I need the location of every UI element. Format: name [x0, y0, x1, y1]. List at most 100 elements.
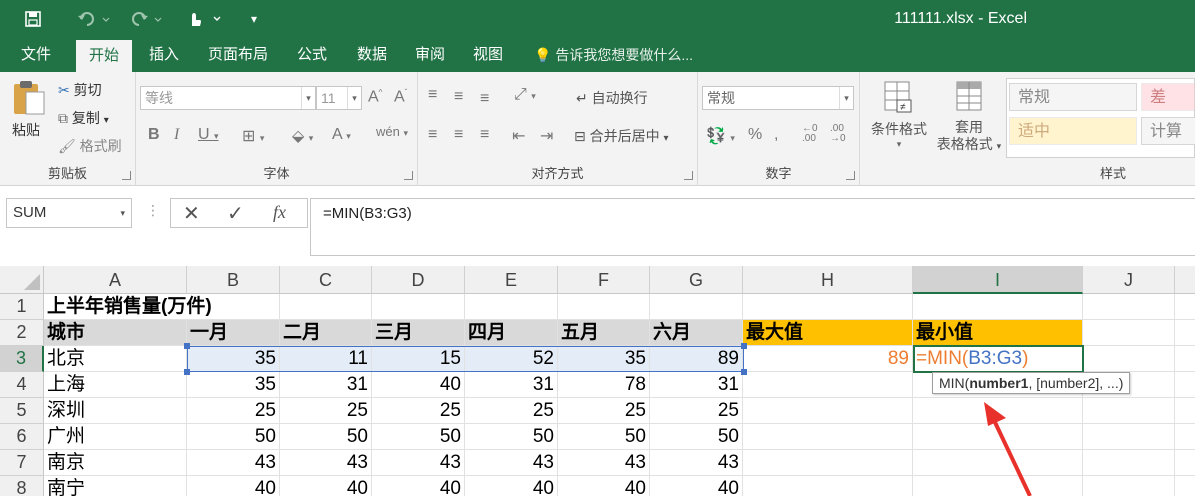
align-bottom-icon[interactable]: ≡: [480, 90, 489, 108]
cell-value-c4[interactable]: 31: [280, 372, 372, 398]
cell-header-d2[interactable]: 三月: [372, 320, 465, 346]
name-box[interactable]: SUM ▾: [6, 198, 132, 228]
cell-value-f6[interactable]: 50: [558, 424, 650, 450]
column-header-b[interactable]: B: [187, 266, 280, 294]
redo-icon[interactable]: [128, 6, 168, 32]
italic-icon[interactable]: I: [174, 126, 179, 144]
copy-button[interactable]: ⧉ 复制 ▾: [58, 108, 109, 128]
clipboard-launcher-icon[interactable]: [122, 171, 131, 180]
cell-value-g4[interactable]: 31: [650, 372, 743, 398]
column-header-k[interactable]: [1175, 266, 1195, 294]
style-calculation[interactable]: 计算: [1141, 117, 1195, 145]
column-header-h[interactable]: H: [743, 266, 913, 294]
cell-value-d4[interactable]: 40: [372, 372, 465, 398]
cut-button[interactable]: ✂ 剪切: [58, 80, 102, 100]
cell-empty[interactable]: [372, 294, 465, 320]
grow-font-icon[interactable]: A^: [368, 88, 382, 106]
row-header-5[interactable]: 5: [0, 398, 44, 424]
bold-icon[interactable]: B: [148, 126, 160, 144]
cell-value-d3[interactable]: 15: [372, 346, 465, 372]
cell-value-g7[interactable]: 43: [650, 450, 743, 476]
cell-value-f8[interactable]: 40: [558, 476, 650, 496]
column-header-g[interactable]: G: [650, 266, 743, 294]
cell-value-c6[interactable]: 50: [280, 424, 372, 450]
column-header-e[interactable]: E: [465, 266, 558, 294]
decrease-indent-icon[interactable]: ⇤: [512, 126, 525, 146]
cell-h3-max-value[interactable]: 89: [743, 346, 913, 372]
cell-value-c5[interactable]: 25: [280, 398, 372, 424]
cell-value-e7[interactable]: 43: [465, 450, 558, 476]
tooltip-arg1[interactable]: number1: [969, 375, 1028, 391]
cell-value-d6[interactable]: 50: [372, 424, 465, 450]
row-header-3[interactable]: 3: [0, 346, 44, 372]
name-box-dropdown-icon[interactable]: ▾: [120, 199, 125, 227]
cell-value-f4[interactable]: 78: [558, 372, 650, 398]
tell-me-box[interactable]: 💡 告诉我您想要做什么...: [534, 38, 693, 72]
row-header-4[interactable]: 4: [0, 372, 44, 398]
cell-value-d7[interactable]: 43: [372, 450, 465, 476]
column-header-a[interactable]: A: [44, 266, 187, 294]
font-name-select[interactable]: 等线 ▾: [140, 86, 316, 110]
cell-header-f2[interactable]: 五月: [558, 320, 650, 346]
cell-empty[interactable]: [558, 294, 650, 320]
number-launcher-icon[interactable]: [846, 171, 855, 180]
align-top-icon[interactable]: ≡: [428, 86, 437, 104]
cell-city-a5[interactable]: 深圳: [44, 398, 187, 424]
phonetic-icon[interactable]: wén ▾: [376, 124, 408, 139]
tab-review[interactable]: 审阅: [404, 38, 456, 72]
tab-view[interactable]: 视图: [462, 38, 514, 72]
cell-empty[interactable]: [1083, 346, 1175, 372]
comma-icon[interactable]: ,: [774, 126, 778, 144]
cell-empty[interactable]: [1175, 398, 1195, 424]
cell-empty[interactable]: [1175, 372, 1195, 398]
cell-i2-min-header[interactable]: 最小值: [913, 320, 1083, 346]
tab-formulas[interactable]: 公式: [286, 38, 338, 72]
cell-i3-editing[interactable]: =MIN(B3:G3): [913, 346, 1083, 372]
row-header-2[interactable]: 2: [0, 320, 44, 346]
cell-empty[interactable]: [743, 294, 913, 320]
cell-empty[interactable]: [743, 398, 913, 424]
cell-value-b7[interactable]: 43: [187, 450, 280, 476]
cell-empty[interactable]: [1083, 320, 1175, 346]
cell-empty[interactable]: [1175, 294, 1195, 320]
cell-value-g6[interactable]: 50: [650, 424, 743, 450]
wrap-text-button[interactable]: ↵ 自动换行: [576, 88, 648, 108]
increase-indent-icon[interactable]: ⇥: [540, 126, 553, 146]
alignment-launcher-icon[interactable]: [684, 171, 693, 180]
align-left-icon[interactable]: ≡: [428, 126, 437, 144]
cell-city-a4[interactable]: 上海: [44, 372, 187, 398]
cell-empty[interactable]: [1083, 398, 1175, 424]
cell-empty[interactable]: [465, 294, 558, 320]
style-neutral[interactable]: 适中: [1009, 117, 1137, 145]
cell-empty[interactable]: [1175, 450, 1195, 476]
paste-button[interactable]: 粘贴: [12, 80, 46, 138]
cell-city-a8[interactable]: 南宁: [44, 476, 187, 496]
cell-value-g5[interactable]: 25: [650, 398, 743, 424]
merge-center-button[interactable]: ⊟ 合并后居中 ▾: [574, 126, 669, 146]
formula-input[interactable]: =MIN(B3:G3): [310, 198, 1195, 256]
column-header-i[interactable]: I: [913, 266, 1083, 294]
conditional-format-button[interactable]: ≠ 条件格式 ▾: [866, 80, 932, 150]
cell-a1-title[interactable]: 上半年销售量(万件): [44, 294, 212, 320]
cell-value-d8[interactable]: 40: [372, 476, 465, 496]
insert-function-icon[interactable]: fx: [273, 202, 286, 223]
cell-empty[interactable]: [1083, 476, 1175, 496]
cell-header-e2[interactable]: 四月: [465, 320, 558, 346]
cell-empty[interactable]: [743, 450, 913, 476]
column-header-c[interactable]: C: [280, 266, 372, 294]
font-size-select[interactable]: 11 ▾: [316, 86, 362, 110]
cell-empty[interactable]: [650, 294, 743, 320]
column-header-j[interactable]: J: [1083, 266, 1175, 294]
cell-empty[interactable]: [1083, 294, 1175, 320]
shrink-font-icon[interactable]: Aˇ: [394, 88, 407, 106]
percent-icon[interactable]: %: [748, 126, 762, 144]
cell-value-b5[interactable]: 25: [187, 398, 280, 424]
customize-toolbar-icon[interactable]: ▾: [244, 6, 264, 32]
cell-empty[interactable]: [280, 294, 372, 320]
style-normal[interactable]: 常规: [1009, 83, 1137, 111]
cell-value-g8[interactable]: 40: [650, 476, 743, 496]
cell-value-f3[interactable]: 35: [558, 346, 650, 372]
format-as-table-button[interactable]: 套用 表格格式 ▾: [934, 80, 1004, 155]
align-right-icon[interactable]: ≡: [480, 126, 489, 144]
enter-icon[interactable]: ✓: [227, 201, 244, 226]
